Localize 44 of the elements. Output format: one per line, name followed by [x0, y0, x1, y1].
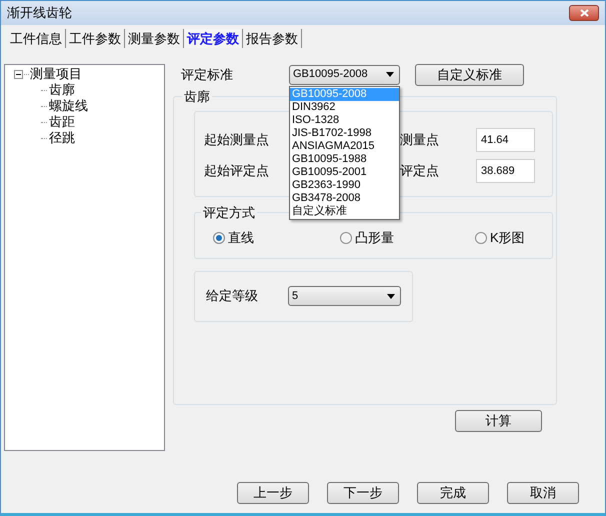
- dropdown[interactable]: 5: [288, 286, 401, 306]
- radio-button[interactable]: [213, 232, 225, 244]
- option-label: 凸形量: [355, 229, 394, 247]
- dropdown[interactable]: GB10095-2008: [289, 64, 400, 84]
- option-label: 直线: [228, 229, 254, 247]
- dialog-button[interactable]: 上一步: [237, 482, 309, 504]
- option-label: K形图: [490, 229, 525, 247]
- radio-button[interactable]: [340, 232, 352, 244]
- dialog-button[interactable]: 完成: [417, 482, 489, 504]
- tab[interactable]: 工件参数: [66, 29, 125, 48]
- dialog-button[interactable]: 下一步: [327, 482, 399, 504]
- dropdown-option[interactable]: ANSIAGMA2015: [290, 140, 399, 152]
- input-field[interactable]: 41.64: [476, 128, 535, 152]
- dropdown-option[interactable]: GB10095-2001: [290, 166, 399, 178]
- dropdown-option[interactable]: GB10095-1988: [290, 152, 399, 166]
- input-field[interactable]: 38.689: [476, 158, 535, 182]
- dropdown-option[interactable]: JIS-B1702-1998: [290, 126, 399, 140]
- dropdown-option[interactable]: GB3478-2008: [290, 192, 399, 204]
- dialog-button[interactable]: 取消: [507, 482, 579, 504]
- caret-icon: [386, 72, 394, 77]
- custom-standard-button[interactable]: 自定义标准: [415, 64, 524, 86]
- tab[interactable]: 测量参数: [125, 29, 184, 48]
- group-title: 评定方式: [202, 204, 256, 222]
- tab[interactable]: 工件信息: [7, 29, 66, 48]
- calculate-button[interactable]: 计算: [455, 410, 542, 432]
- caret-icon: [387, 294, 395, 298]
- collapse-icon[interactable]: [14, 70, 23, 78]
- dropdown-option[interactable]: GB2363-1990: [290, 178, 399, 192]
- dropdown-option[interactable]: 自定义标准: [290, 204, 399, 218]
- field-label: 测量点: [400, 132, 439, 147]
- field-label: 给定等级: [206, 287, 259, 306]
- window-title: 渐开线齿轮: [7, 4, 72, 22]
- close-icon: [580, 9, 588, 17]
- field-label: 起始测量点: [204, 132, 269, 147]
- tab[interactable]: 报告参数: [243, 29, 302, 48]
- dropdown-option[interactable]: ISO-1328: [290, 114, 399, 126]
- close-button[interactable]: [569, 5, 599, 21]
- field-label: 评定点: [400, 162, 439, 178]
- radio-button[interactable]: [475, 232, 487, 244]
- tab[interactable]: 评定参数: [184, 29, 243, 48]
- field-label: 起始评定点: [204, 162, 269, 178]
- dropdown-option[interactable]: DIN3962: [290, 100, 399, 114]
- group-title: 齿廓: [183, 88, 211, 106]
- field-label: 评定标准: [181, 66, 233, 82]
